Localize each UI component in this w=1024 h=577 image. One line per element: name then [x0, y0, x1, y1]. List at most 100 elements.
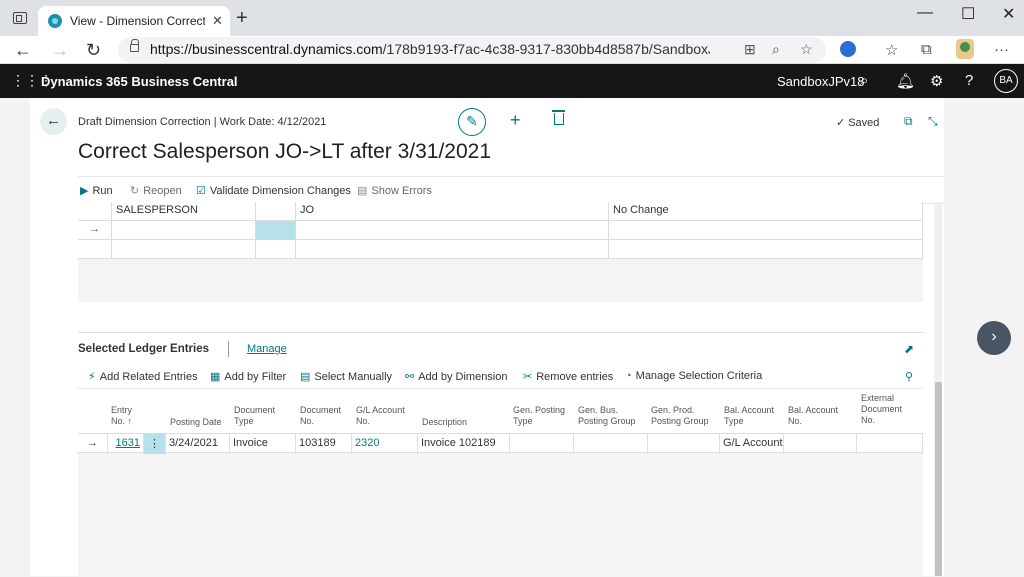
col-document-type[interactable]: Document Type — [234, 405, 286, 427]
action-bar: ▶︎ Run ↻ Reopen ☑ Validate Dimension Change… — [78, 176, 944, 204]
entry-no-cell[interactable]: 1631 — [108, 434, 144, 454]
gl-account-no-cell[interactable]: 2320 — [352, 434, 418, 454]
col-entry-no[interactable]: Entry No. ↑ — [108, 405, 132, 427]
expand-part-icon[interactable]: ⬈ — [904, 342, 914, 356]
next-page-chevron-icon[interactable]: › — [977, 321, 1011, 355]
select-manually-icon: ▤ — [300, 371, 311, 383]
forward-icon: → — [51, 40, 69, 60]
table-row-new[interactable]: → — [78, 221, 923, 240]
manage-selection-criteria-action[interactable]: ◔ Manage Selection Criteria — [625, 370, 762, 382]
col-gen-bus-posting-group[interactable]: Gen. Bus. Posting Group — [578, 405, 644, 427]
ledger-entries-grid: → 1631 ⋮ 3/24/2021 Invoice 103189 2320 I… — [78, 433, 923, 577]
notification-bell-icon[interactable]: 🔔︎ — [896, 72, 915, 90]
url-host: https://businesscentral.dynamics.com — [150, 41, 383, 57]
select-manually-action[interactable]: ▤ Select Manually — [300, 370, 392, 383]
col-bal-account-no[interactable]: Bal. Account No. — [788, 405, 844, 427]
gen-posting-type-cell[interactable] — [510, 434, 574, 454]
part-action-bar: ⚡︎ Add Related Entries ▦ Add by Filter ▤ Se… — [78, 365, 923, 389]
manage-criteria-icon: ◔ — [625, 370, 632, 382]
breadcrumb: Draft Dimension Correction | Work Date: … — [78, 116, 327, 128]
favorite-star-icon[interactable]: ☆ — [800, 41, 813, 58]
table-row[interactable]: → 1631 ⋮ 3/24/2021 Invoice 103189 2320 I… — [78, 433, 923, 454]
address-bar: ← → ↻ https://businesscentral.dynamics.c… — [0, 36, 1024, 64]
new-record-icon[interactable]: + — [510, 111, 521, 129]
open-new-window-icon[interactable]: ⧉ — [904, 114, 913, 129]
collapse-icon[interactable]: ⤡ — [928, 114, 938, 129]
col-gen-prod-posting-group[interactable]: Gen. Prod. Posting Group — [651, 405, 717, 427]
row-arrow-icon: → — [78, 221, 112, 240]
posting-date-cell[interactable]: 3/24/2021 — [166, 434, 230, 454]
remove-entries-icon: ✂ — [523, 371, 533, 383]
validate-icon: ☑ — [196, 185, 206, 197]
manage-link[interactable]: Manage — [247, 343, 287, 355]
validate-dimension-changes-action[interactable]: ☑ Validate Dimension Changes — [196, 184, 351, 197]
app-header: ⋮⋮⋮ Dynamics 365 Business Central Sandbo… — [0, 64, 1024, 98]
document-type-cell[interactable]: Invoice — [230, 434, 296, 454]
dimension-value-cell[interactable]: JO — [296, 202, 609, 221]
show-errors-action[interactable]: ▤ Show Errors — [357, 184, 432, 197]
remove-entries-action[interactable]: ✂ Remove entries — [523, 370, 613, 383]
reopen-action[interactable]: ↻ Reopen — [130, 184, 182, 197]
add-by-filter-icon: ▦ — [210, 371, 221, 383]
maximize-icon[interactable]: ☐ — [961, 4, 975, 24]
run-action[interactable]: ▶︎ Run — [80, 184, 113, 197]
window-menu-icon[interactable] — [13, 12, 27, 24]
tab-close-icon[interactable]: ✕ — [212, 13, 223, 29]
col-description[interactable]: Description — [422, 417, 467, 428]
gen-prod-posting-group-cell[interactable] — [648, 434, 720, 454]
minimize-icon[interactable]: — — [917, 4, 933, 22]
user-avatar[interactable]: BA — [994, 69, 1018, 93]
col-document-no[interactable]: Document No. — [300, 405, 350, 427]
extension-icon[interactable] — [840, 41, 856, 57]
gen-bus-posting-group-cell[interactable] — [574, 434, 648, 454]
url-field[interactable]: https://businesscentral.dynamics.com/178… — [118, 37, 826, 63]
favorites-icon[interactable]: ☆ — [885, 41, 898, 59]
profile-avatar[interactable] — [956, 39, 974, 59]
more-icon[interactable]: ··· — [994, 41, 1009, 58]
bal-account-type-cell[interactable]: G/L Account — [720, 434, 784, 454]
document-no-cell[interactable]: 103189 — [296, 434, 352, 454]
company-name[interactable]: SandboxJPv18 — [777, 74, 864, 89]
description-cell[interactable]: Invoice 102189 — [418, 434, 510, 454]
url-path: /178b9193-f7ac-4c38-9317-830bb4d8587b/Sa… — [382, 41, 710, 57]
settings-gear-icon[interactable]: ⚙ — [930, 72, 943, 90]
close-window-icon[interactable]: ✕ — [1002, 4, 1015, 24]
page-title: Correct Salesperson JO->LT after 3/31/20… — [78, 140, 492, 163]
help-icon[interactable]: ? — [965, 72, 973, 89]
refresh-icon[interactable]: ↻ — [86, 39, 101, 61]
lock-icon[interactable] — [130, 39, 139, 52]
col-gen-posting-type[interactable]: Gen. Posting Type — [513, 405, 575, 427]
table-row-empty[interactable] — [78, 240, 923, 259]
back-icon[interactable]: ← — [14, 39, 32, 61]
part-title: Selected Ledger Entries — [78, 343, 210, 355]
edit-pencil-icon[interactable]: ✎ — [458, 108, 486, 136]
row-arrow-icon: → — [78, 434, 108, 454]
col-external-document-no[interactable]: External Document No. — [861, 393, 917, 426]
selected-cell[interactable] — [256, 221, 296, 240]
delete-icon[interactable] — [552, 110, 565, 125]
reopen-icon: ↻ — [130, 185, 140, 197]
back-button[interactable]: ← — [40, 108, 67, 135]
col-bal-account-type[interactable]: Bal. Account Type — [724, 405, 780, 427]
table-row[interactable]: SALESPERSON JO No Change — [78, 202, 923, 221]
page-card: ← Draft Dimension Correction | Work Date… — [30, 98, 944, 577]
new-value-cell[interactable]: No Change — [609, 202, 923, 221]
new-tab-icon[interactable]: + — [236, 8, 248, 28]
app-available-icon[interactable]: ⊞ — [744, 41, 756, 58]
search-icon[interactable]: ⌕ — [860, 72, 868, 89]
page-scrollbar[interactable] — [934, 202, 942, 576]
col-posting-date[interactable]: Posting Date — [170, 417, 222, 428]
bal-account-no-cell[interactable] — [784, 434, 857, 454]
add-by-dimension-action[interactable]: ⚯ Add by Dimension — [405, 370, 508, 383]
collections-icon[interactable]: ⧉ — [921, 41, 932, 58]
zoom-icon[interactable]: ⌕ — [772, 41, 780, 58]
browser-tab[interactable]: View - Dimension Corrections - D ✕ — [38, 6, 230, 36]
external-document-no-cell[interactable] — [857, 434, 923, 454]
app-title[interactable]: Dynamics 365 Business Central — [41, 74, 238, 89]
col-gl-account-no[interactable]: G/L Account No. — [356, 405, 418, 427]
pin-icon[interactable]: ⚲ — [905, 370, 913, 383]
add-related-entries-action[interactable]: ⚡︎ Add Related Entries — [88, 370, 198, 383]
dimension-code-cell[interactable]: SALESPERSON — [112, 202, 256, 221]
add-by-filter-action[interactable]: ▦ Add by Filter — [210, 370, 286, 383]
row-menu-icon[interactable]: ⋮ — [144, 434, 166, 454]
